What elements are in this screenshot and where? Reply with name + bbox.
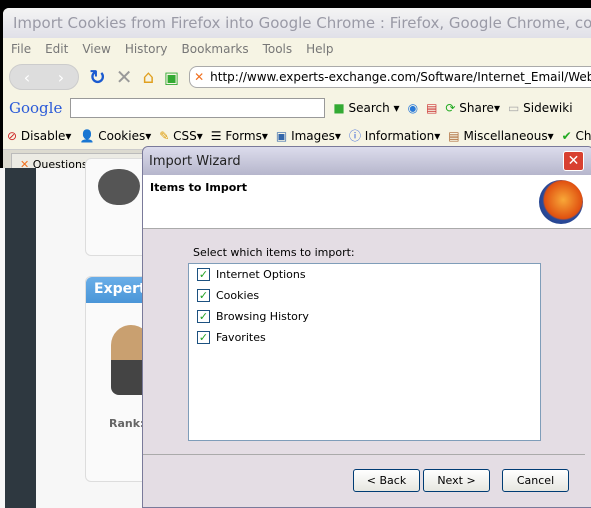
misc-icon: ▤: [448, 128, 460, 143]
dialog-header: Items to Import: [143, 175, 591, 229]
divider: [143, 454, 585, 455]
wand-icon: ✎: [159, 128, 170, 143]
import-items-list: ✓ Internet Options ✓ Cookies ✓ Browsing His…: [188, 263, 541, 441]
window-title: Import Cookies from Firefox into Google …: [13, 14, 591, 32]
back-forward-buttons[interactable]: ‹ ›: [9, 64, 79, 90]
sidewiki-label: Sidewiki: [523, 101, 573, 115]
url-bar[interactable]: ✕ http://www.experts-exchange.com/Softwar…: [189, 66, 591, 88]
wd-check[interactable]: ✔ Check ▾: [562, 129, 591, 143]
close-button[interactable]: ✕: [563, 151, 584, 171]
wd-information[interactable]: ⓘ Information▾: [349, 127, 440, 144]
camera-icon[interactable]: ◉: [408, 101, 418, 115]
google-toolbar: Google ■ Search ▾ ◉ ▤ ⟳ Share▾ ▭ Sidewik…: [3, 94, 591, 122]
menu-history[interactable]: History: [125, 42, 168, 56]
wd-forms[interactable]: ☰ Forms▾: [211, 129, 268, 143]
wd-images[interactable]: ▣ Images▾: [276, 129, 341, 143]
next-button[interactable]: Next >: [423, 469, 490, 492]
wd-css[interactable]: ✎ CSS▾: [159, 129, 203, 143]
cancel-button[interactable]: Cancel: [502, 469, 569, 492]
share-button[interactable]: ⟳ Share▾: [445, 101, 500, 115]
menu-help[interactable]: Help: [306, 42, 333, 56]
site-icon: ✕: [194, 70, 205, 84]
item-favorites[interactable]: ✓ Favorites: [189, 327, 540, 348]
image-icon: ▣: [275, 128, 288, 143]
dialog-title: Import Wizard: [149, 153, 241, 169]
reload-icon[interactable]: ↻: [89, 65, 106, 89]
title-bar: Import Cookies from Firefox into Google …: [3, 8, 591, 38]
checkbox-checked-icon[interactable]: ✓: [197, 268, 210, 281]
disable-icon: ⊘: [7, 128, 18, 143]
checkbox-checked-icon[interactable]: ✓: [197, 331, 210, 344]
google-search-input[interactable]: [70, 98, 326, 118]
import-prompt: Select which items to import:: [193, 246, 355, 259]
home-icon[interactable]: ⌂: [143, 67, 154, 88]
wd-miscellaneous[interactable]: ▤ Miscellaneous▾: [448, 129, 553, 143]
check-icon: ✔: [561, 128, 572, 143]
menu-tools[interactable]: Tools: [263, 42, 293, 56]
checkbox-checked-icon[interactable]: ✓: [197, 310, 210, 323]
stop-icon[interactable]: ✕: [116, 65, 133, 89]
import-wizard-dialog: Import Wizard ✕ Items to Import Select w…: [142, 146, 591, 508]
item-internet-options[interactable]: ✓ Internet Options: [189, 264, 540, 285]
firefox-logo-icon: [539, 180, 583, 224]
google-logo: Google: [9, 99, 63, 117]
share-label: Share: [459, 101, 494, 115]
url-text: http://www.experts-exchange.com/Software…: [210, 70, 591, 84]
menu-bar: File Edit View History Bookmarks Tools H…: [3, 38, 591, 60]
item-cookies[interactable]: ✓ Cookies: [189, 285, 540, 306]
back-button[interactable]: < Back: [353, 469, 420, 492]
forms-icon: ☰: [210, 128, 222, 143]
page-icon[interactable]: ▤: [426, 101, 437, 115]
menu-view[interactable]: View: [82, 42, 110, 56]
forward-icon[interactable]: ›: [58, 68, 64, 87]
menu-bookmarks[interactable]: Bookmarks: [182, 42, 249, 56]
back-icon[interactable]: ‹: [24, 68, 30, 87]
dialog-title-bar[interactable]: Import Wizard: [143, 147, 591, 175]
close-icon: ✕: [567, 153, 580, 169]
avatar: [98, 169, 140, 205]
new-folder-icon[interactable]: ▣: [164, 68, 179, 87]
wd-cookies[interactable]: 👤 Cookies▾: [79, 129, 151, 143]
wd-disable[interactable]: ⊘ Disable▾: [7, 129, 71, 143]
sidebar: [5, 168, 36, 508]
nav-bar: ‹ › ↻ ✕ ⌂ ▣ ✕ http://www.experts-exchange.…: [3, 60, 591, 94]
sidewiki-button[interactable]: ▭ Sidewiki: [508, 101, 573, 115]
rank-label: Rank:: [109, 417, 145, 430]
info-icon: ⓘ: [348, 129, 361, 143]
search-label: Search: [348, 101, 390, 115]
dialog-heading: Items to Import: [150, 181, 247, 194]
user-icon: 👤: [79, 128, 95, 143]
google-icon: ■: [333, 101, 345, 115]
google-search-button[interactable]: ■ Search ▾: [333, 101, 399, 115]
menu-file[interactable]: File: [11, 42, 31, 56]
item-browsing-history[interactable]: ✓ Browsing History: [189, 306, 540, 327]
menu-edit[interactable]: Edit: [45, 42, 68, 56]
checkbox-checked-icon[interactable]: ✓: [197, 289, 210, 302]
